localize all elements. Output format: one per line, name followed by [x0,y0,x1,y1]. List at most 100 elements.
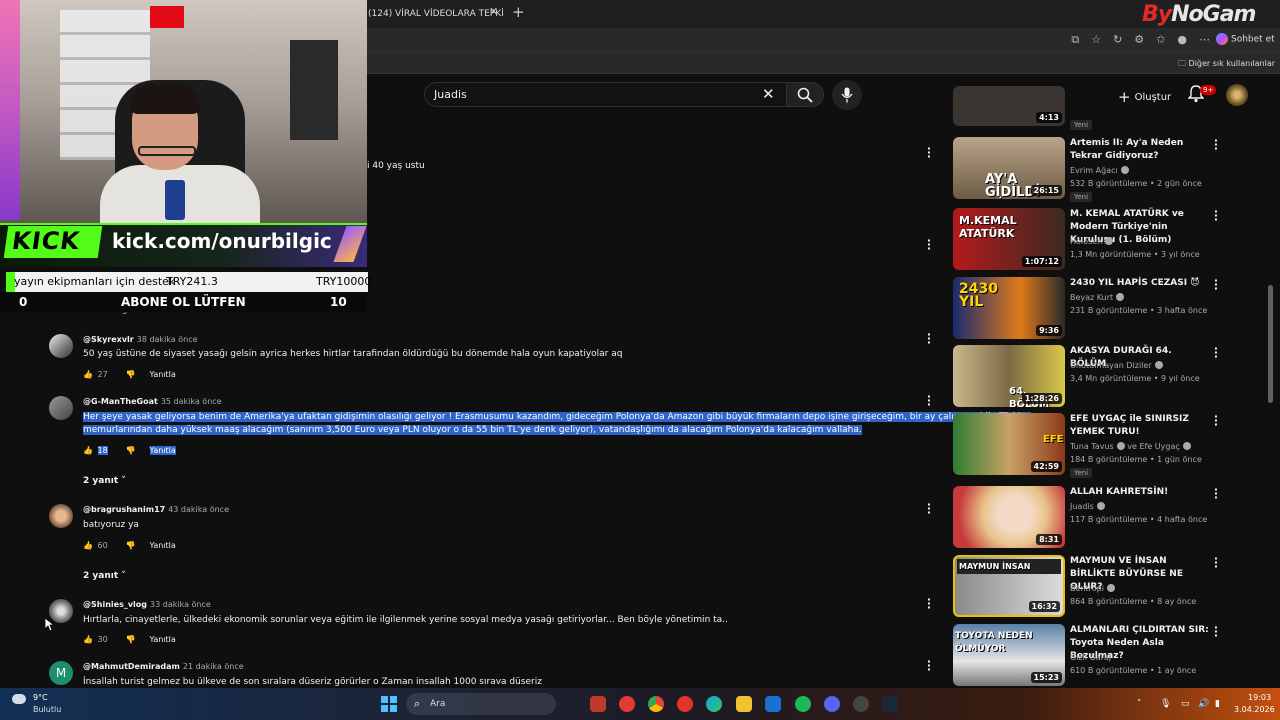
extensions-icon[interactable]: ⚙ [1134,33,1144,47]
reply-button[interactable]: Yanıtla [150,541,176,550]
comment-menu-icon[interactable]: · · · [926,143,932,162]
comment-avatar[interactable] [49,396,73,420]
comment-author[interactable]: @Shinies_vlog 33 dakika önce [83,600,211,609]
recommended-video[interactable]: MAYMUN İNSAN 16:32 MAYMUN VE İNSAN BİRLİK… [953,553,1243,617]
voice-search-button[interactable] [832,80,862,110]
comment-avatar[interactable] [49,334,73,358]
more-icon[interactable]: ⋯ [1199,33,1210,47]
page-scrollbar[interactable] [1268,285,1273,403]
clear-search-icon[interactable]: ✕ [762,85,775,103]
file-explorer-icon[interactable] [736,696,752,712]
copilot-chat-button[interactable]: Sohbet et [1216,33,1275,45]
apps-icon[interactable]: ⧉ [1071,33,1079,47]
steam-icon[interactable] [882,696,898,712]
channel-name[interactable]: Juadis [1070,502,1105,511]
comment-menu-icon[interactable]: · · · [926,235,932,254]
new-tab-icon[interactable]: + [512,3,525,21]
search-input[interactable]: Juadis [434,88,467,101]
comment-menu-icon[interactable]: · · · [926,594,932,613]
dislike-icon[interactable]: 👎 [126,370,150,379]
video-title[interactable]: EFE UYGAÇ ile SINIRSIZ YEMEK TURU! [1070,413,1210,439]
search-box[interactable] [424,82,786,107]
recommended-video[interactable]: AY'A GİDİLDİ Mİ?26:15 Artemis II: Ay'a N… [953,135,1243,202]
reply-button[interactable]: Yanıtla [150,370,176,379]
edge-icon[interactable] [706,696,722,712]
dislike-icon[interactable]: 👎 [126,541,150,550]
tab-close-icon[interactable]: ✕ [489,5,498,18]
channel-name[interactable]: Tuna Tavus ve Efe Uygaç [1070,442,1191,451]
refresh-icon[interactable]: ↻ [1113,33,1122,47]
recommended-video[interactable]: 2430 YIL 9:36 2430 YIL HAPİS CEZASI 😈 Bey… [953,275,1243,339]
dislike-icon[interactable]: 👎 [126,446,150,455]
comment-author[interactable]: @MahmutDemiradam 21 dakika önce [83,662,244,671]
cloud-icon[interactable] [12,694,26,704]
video-menu-icon[interactable]: · · · [1213,343,1219,362]
video-menu-icon[interactable]: · · · [1213,622,1219,641]
mic-tray-icon[interactable]: 🎙 [1160,699,1171,709]
weather-temperature[interactable]: 9°C [33,693,48,702]
recommended-video[interactable]: 8:31 ALLAH KAHRETSİN! Juadis 117 B görün… [953,484,1243,548]
recommended-video[interactable]: M.KEMAL ATATÜRK 1:07:12 M. KEMAL ATATÜRK … [953,206,1243,270]
like-icon[interactable]: 👍 [83,370,95,379]
volume-icon[interactable]: 🔊 [1198,699,1209,709]
view-replies-button[interactable]: 2 yanıt ˅ [83,476,126,486]
video-thumbnail[interactable]: M.KEMAL ATATÜRK 1:07:12 [953,208,1065,270]
favorites-icon[interactable]: ✩ [1156,33,1165,47]
comment-menu-icon[interactable]: · · · [926,656,932,675]
browser-tab[interactable]: (124) VİRAL VİDEOLARA TEPKİ - Y [360,3,506,25]
dislike-icon[interactable]: 👎 [126,635,150,644]
profile-icon[interactable]: ● [1177,33,1187,47]
video-thumbnail[interactable]: AY'A GİDİLDİ Mİ?26:15 [953,137,1065,199]
comment-avatar[interactable] [49,504,73,528]
video-menu-icon[interactable]: · · · [1213,135,1219,154]
recommended-video[interactable]: TOYOTA NEDEN ÖLMÜYOR 15:23 ALMANLARI ÇILD… [953,622,1243,686]
store-icon[interactable] [765,696,781,712]
comment-author[interactable]: @Skyrexvlr 38 dakika önce [83,335,198,344]
weather-description[interactable]: Bulutlu [33,705,61,714]
recommended-video[interactable]: 64. BÖLÜM1:28:26 AKASYA DURAĞI 64. BÖLÜM… [953,343,1243,407]
video-menu-icon[interactable]: · · · [1213,484,1219,503]
spotify-icon[interactable] [795,696,811,712]
other-bookmarks-folder[interactable]: 🗀 Diğer sık kullanılanlar [1178,58,1275,72]
chrome-icon[interactable] [648,696,664,712]
clock-time[interactable]: 19:03 [1248,693,1271,702]
discord-icon[interactable] [824,696,840,712]
video-title[interactable]: ALLAH KAHRETSİN! [1070,486,1210,499]
recommended-video[interactable]: 4:13 Yeni [953,86,1243,130]
channel-name[interactable]: Holosen [1070,237,1114,246]
like-icon[interactable]: 👍 [83,635,95,644]
like-icon[interactable]: 👍 [83,541,95,550]
video-thumbnail[interactable]: TOYOTA NEDEN ÖLMÜYOR 15:23 [953,624,1065,686]
view-replies-button[interactable]: 2 yanıt ˅ [83,571,126,581]
channel-name[interactable]: Beyaz Kurt [1070,293,1125,302]
search-button[interactable] [786,82,824,107]
favorite-star-icon[interactable]: ☆ [1091,33,1101,47]
channel-name[interactable]: Evrim Ağacı [1070,166,1129,175]
battery-icon[interactable]: ▮ [1215,699,1220,709]
network-icon[interactable]: ▭ [1181,699,1190,709]
comment-menu-icon[interactable]: · · · [926,499,932,518]
opera-gx-icon[interactable] [619,696,635,712]
comment-author[interactable]: @bragrushanim17 43 dakika önce [83,505,229,514]
clock-date[interactable]: 3.04.2026 [1234,705,1275,714]
video-thumbnail[interactable]: 2430 YIL 9:36 [953,277,1065,339]
comment-author[interactable]: @G-ManTheGoat 35 dakika önce [83,397,222,406]
windows-start-icon[interactable] [381,696,397,712]
taskbar-search[interactable] [406,693,556,715]
video-menu-icon[interactable]: · · · [1213,411,1219,430]
channel-name[interactable]: Gizli Garaj [1070,653,1111,662]
video-menu-icon[interactable]: · · · [1213,275,1219,294]
recommended-video[interactable]: EFE 42:59 EFE UYGAÇ ile SINIRSIZ YEMEK TU… [953,411,1243,478]
video-thumbnail[interactable]: MAYMUN İNSAN 16:32 [953,555,1065,617]
video-title[interactable]: Artemis II: Ay'a Neden Tekrar Gidiyoruz? [1070,137,1210,163]
comment-menu-icon[interactable]: · · · [926,329,932,348]
video-title[interactable]: 2430 YIL HAPİS CEZASI 😈 [1070,277,1210,290]
video-menu-icon[interactable]: · · · [1213,553,1219,572]
video-thumbnail[interactable]: EFE 42:59 [953,413,1065,475]
video-thumbnail[interactable]: 4:13 [953,86,1065,126]
comment-avatar[interactable]: M [49,661,73,685]
opera-icon[interactable] [590,696,606,712]
channel-name[interactable]: Unutulmayan Diziler [1070,361,1163,370]
reply-button[interactable]: Yanıtla [149,446,176,455]
reply-button[interactable]: Yanıtla [150,635,176,644]
